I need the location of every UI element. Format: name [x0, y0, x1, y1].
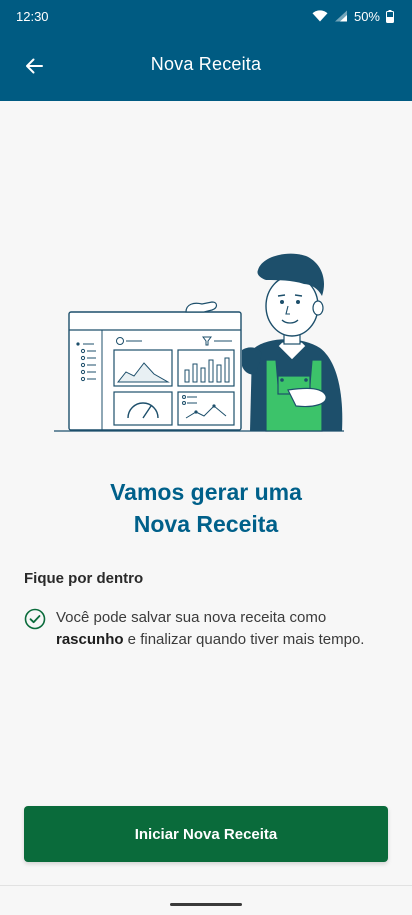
dashboard-illustration	[52, 250, 348, 436]
start-new-recipe-button[interactable]: Iniciar Nova Receita	[24, 806, 388, 862]
page-title: Nova Receita	[150, 54, 262, 74]
status-icons: 50%	[312, 9, 394, 24]
person-with-dashboard-illustration	[54, 253, 344, 432]
check-circle-icon	[24, 608, 46, 630]
battery-icon	[386, 9, 394, 23]
home-indicator[interactable]	[170, 903, 242, 906]
tip-text-bold: rascunho	[56, 631, 124, 648]
section-title: Fique por dentro	[24, 570, 144, 587]
app-bar: 12:30 50% Nova Receita	[0, 0, 412, 101]
tip-text-part-1: Você pode salvar sua nova receita como	[56, 609, 327, 626]
headline-line-2: Nova Receita	[133, 511, 279, 537]
info-tip: Você pode salvar sua nova receita como r…	[24, 607, 388, 651]
wifi-icon	[312, 10, 328, 22]
tip-text-part-2: e finalizar quando tiver mais tempo.	[123, 631, 365, 648]
signal-icon	[334, 10, 347, 22]
toolbar: Nova Receita	[0, 32, 412, 101]
tip-text: Você pode salvar sua nova receita como r…	[56, 607, 388, 651]
status-time: 12:30	[16, 8, 49, 24]
headline: Vamos gerar uma Nova Receita	[0, 476, 412, 540]
battery-percent: 50%	[353, 8, 380, 24]
status-bar: 12:30 50%	[0, 0, 412, 32]
headline-line-1: Vamos gerar uma	[110, 479, 302, 505]
bottom-divider	[0, 885, 412, 886]
